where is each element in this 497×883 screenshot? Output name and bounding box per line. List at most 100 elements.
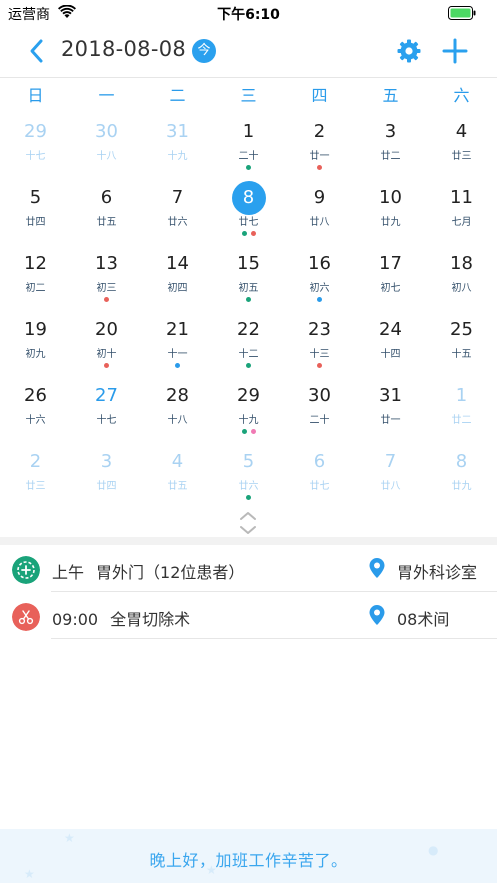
day-cell[interactable]: 7 廿八 bbox=[355, 442, 426, 508]
day-cell[interactable]: 11 七月 bbox=[426, 178, 497, 244]
day-cell[interactable]: 27 十七 bbox=[71, 376, 142, 442]
gear-icon[interactable] bbox=[396, 38, 422, 64]
collapse-toggle-icon[interactable] bbox=[238, 510, 258, 538]
day-cell[interactable]: 18 初八 bbox=[426, 244, 497, 310]
day-cell[interactable]: 31 廿一 bbox=[355, 376, 426, 442]
day-cell[interactable]: 29 十七 bbox=[0, 112, 71, 178]
lunar-date: 十七 bbox=[96, 415, 117, 426]
lunar-date: 廿九 bbox=[451, 481, 472, 492]
weekday-sun: 日 bbox=[27, 86, 44, 105]
lunar-date: 初七 bbox=[380, 283, 401, 294]
day-cell[interactable]: 14 初四 bbox=[142, 244, 213, 310]
day-cell[interactable]: 20 初十 bbox=[71, 310, 142, 376]
day-number: 17 bbox=[379, 253, 402, 274]
event-title: 全胃切除术 bbox=[110, 610, 191, 629]
lunar-date: 二十 bbox=[309, 415, 330, 426]
day-cell[interactable]: 16 初六 bbox=[284, 244, 355, 310]
day-number: 15 bbox=[237, 253, 260, 274]
day-number: 11 bbox=[450, 187, 473, 208]
day-number: 24 bbox=[379, 319, 402, 340]
event-dots bbox=[426, 363, 497, 368]
scissors-icon bbox=[12, 603, 40, 631]
day-cell[interactable]: 6 廿五 bbox=[71, 178, 142, 244]
day-number: 18 bbox=[450, 253, 473, 274]
lunar-date: 廿八 bbox=[309, 217, 330, 228]
day-cell[interactable]: 31 十九 bbox=[142, 112, 213, 178]
event-dot bbox=[317, 165, 322, 170]
event-dots bbox=[426, 297, 497, 302]
day-cell[interactable]: 23 十三 bbox=[284, 310, 355, 376]
day-number: 12 bbox=[24, 253, 47, 274]
event-dots bbox=[355, 495, 426, 500]
event-dots bbox=[213, 297, 284, 302]
event-dots bbox=[284, 363, 355, 368]
event-title: 胃外门（12位患者） bbox=[96, 563, 245, 582]
add-icon[interactable] bbox=[442, 38, 468, 64]
day-cell[interactable]: 15 初五 bbox=[213, 244, 284, 310]
event-dots bbox=[71, 231, 142, 236]
event-row-surgery[interactable]: 09:00 全胃切除术 08术间 bbox=[0, 592, 497, 639]
day-number: 29 bbox=[237, 385, 260, 406]
event-dots bbox=[71, 297, 142, 302]
status-time: 下午6:10 bbox=[217, 7, 280, 23]
lunar-date: 廿一 bbox=[380, 415, 401, 426]
day-cell[interactable]: 3 廿二 bbox=[355, 112, 426, 178]
lunar-date: 十六 bbox=[25, 415, 46, 426]
event-location: 胃外科诊室 bbox=[397, 563, 478, 582]
event-dots bbox=[355, 231, 426, 236]
day-cell[interactable]: 25 十五 bbox=[426, 310, 497, 376]
day-cell[interactable]: 30 十八 bbox=[71, 112, 142, 178]
day-cell[interactable]: 3 廿四 bbox=[71, 442, 142, 508]
day-number: 6 bbox=[313, 451, 326, 472]
day-cell[interactable]: 2 廿一 bbox=[284, 112, 355, 178]
day-cell[interactable]: 29 十九 bbox=[213, 376, 284, 442]
day-number: 29 bbox=[24, 121, 47, 142]
day-number: 7 bbox=[384, 451, 397, 472]
lunar-date: 廿五 bbox=[96, 217, 117, 228]
lunar-date: 廿三 bbox=[451, 151, 472, 162]
day-cell[interactable]: 22 十二 bbox=[213, 310, 284, 376]
event-dots bbox=[0, 495, 71, 500]
day-cell[interactable]: 19 初九 bbox=[0, 310, 71, 376]
weekday-wed: 三 bbox=[240, 86, 257, 105]
event-dot bbox=[104, 363, 109, 368]
day-cell[interactable]: 13 初三 bbox=[71, 244, 142, 310]
event-dot bbox=[317, 297, 322, 302]
day-cell[interactable]: 1 廿二 bbox=[426, 376, 497, 442]
day-cell[interactable]: 12 初二 bbox=[0, 244, 71, 310]
day-cell-selected[interactable]: 8 廿七 bbox=[213, 178, 284, 244]
day-cell[interactable]: 8 廿九 bbox=[426, 442, 497, 508]
weekday-tue: 二 bbox=[169, 86, 186, 105]
day-cell[interactable]: 5 廿四 bbox=[0, 178, 71, 244]
event-row-clinic[interactable]: 上午 胃外门（12位患者） 胃外科诊室 bbox=[0, 545, 497, 592]
day-cell[interactable]: 4 廿三 bbox=[426, 112, 497, 178]
day-cell[interactable]: 10 廿九 bbox=[355, 178, 426, 244]
day-cell[interactable]: 7 廿六 bbox=[142, 178, 213, 244]
day-cell[interactable]: 26 十六 bbox=[0, 376, 71, 442]
day-number: 9 bbox=[313, 187, 326, 208]
day-cell[interactable]: 9 廿八 bbox=[284, 178, 355, 244]
calendar-header: 2018-08-08 今 bbox=[0, 26, 497, 78]
day-cell[interactable]: 17 初七 bbox=[355, 244, 426, 310]
day-cell[interactable]: 24 十四 bbox=[355, 310, 426, 376]
location-pin-icon bbox=[369, 558, 385, 578]
week-row: 26 十六 27 十七 28 十八 29 十九 30 二十 31 廿一 1 廿二 bbox=[0, 376, 497, 442]
day-cell[interactable]: 5 廿六 bbox=[213, 442, 284, 508]
event-dots bbox=[0, 429, 71, 434]
event-dots bbox=[355, 429, 426, 434]
day-cell[interactable]: 30 二十 bbox=[284, 376, 355, 442]
today-button[interactable]: 今 bbox=[192, 39, 216, 63]
battery-icon bbox=[448, 6, 476, 20]
day-cell[interactable]: 6 廿七 bbox=[284, 442, 355, 508]
back-icon[interactable] bbox=[26, 38, 48, 64]
day-cell[interactable]: 28 十八 bbox=[142, 376, 213, 442]
event-dots bbox=[284, 231, 355, 236]
day-cell[interactable]: 2 廿三 bbox=[0, 442, 71, 508]
current-date-title[interactable]: 2018-08-08 bbox=[61, 37, 186, 61]
day-cell[interactable]: 1 二十 bbox=[213, 112, 284, 178]
day-cell[interactable]: 21 十一 bbox=[142, 310, 213, 376]
day-number: 7 bbox=[171, 187, 184, 208]
day-cell[interactable]: 4 廿五 bbox=[142, 442, 213, 508]
event-dot bbox=[250, 231, 256, 236]
event-dots bbox=[426, 429, 497, 434]
